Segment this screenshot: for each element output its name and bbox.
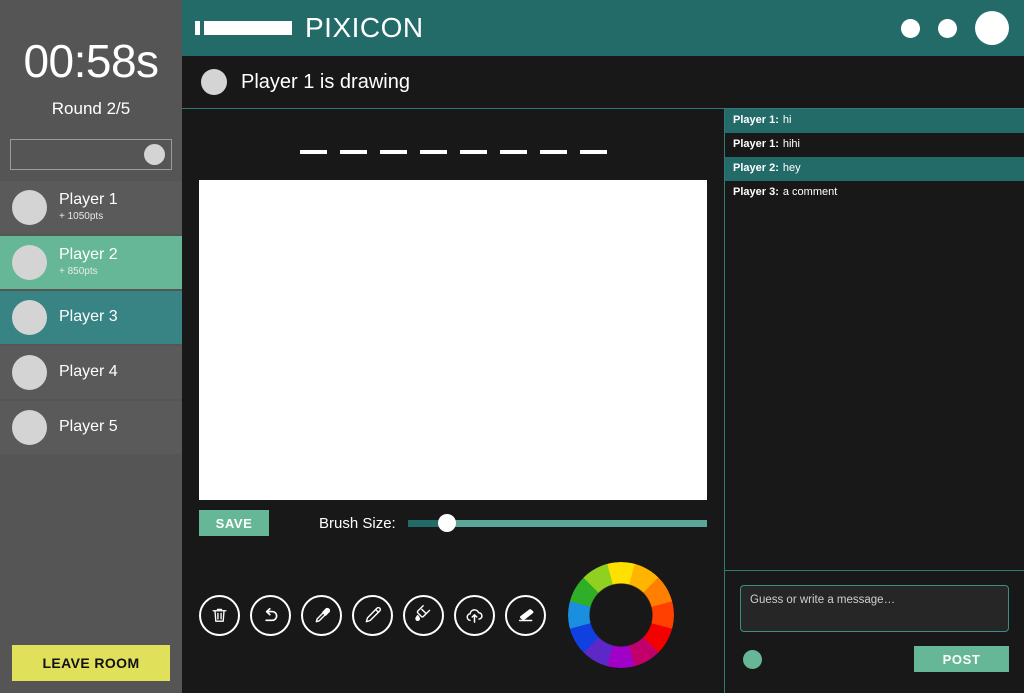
- drawing-stage: SAVE Brush Size:: [182, 109, 725, 693]
- chat-message-text: hi: [782, 114, 792, 126]
- chat-message-author: Player 2:: [733, 161, 779, 174]
- brand-title: PIXICON: [305, 12, 424, 43]
- circle-small-icon[interactable]: [901, 18, 920, 38]
- circle-small-icon[interactable]: [938, 18, 957, 38]
- eyedropper-icon[interactable]: [301, 594, 342, 636]
- player-row[interactable]: Player 2 + 850pts: [0, 236, 182, 289]
- message-input[interactable]: [740, 585, 1009, 632]
- tool-row: [199, 562, 707, 668]
- avatar: [12, 190, 47, 225]
- word-blank: [419, 150, 447, 154]
- player-points: + 850pts: [59, 266, 98, 278]
- chat-message-author: Player 3:: [733, 185, 779, 198]
- word-blank: [379, 150, 407, 154]
- player-row[interactable]: Player 1 + 1050pts: [0, 181, 182, 234]
- round-timer: 00:58s: [23, 35, 159, 87]
- chat-message-text: hihi: [782, 137, 800, 150]
- chat-message: Player 1: hihi: [725, 132, 1024, 157]
- canvas-controls: SAVE Brush Size:: [199, 510, 707, 536]
- paint-bucket-icon[interactable]: [403, 594, 444, 636]
- avatar: [12, 300, 47, 335]
- avatar: [12, 410, 47, 445]
- word-blank: [539, 150, 567, 154]
- player-points: + 1050pts: [59, 211, 104, 223]
- undo-arrow-icon[interactable]: [250, 594, 291, 636]
- chat-message-author: Player 1:: [733, 137, 779, 150]
- player-name: Player 4: [59, 363, 118, 381]
- cloud-upload-icon[interactable]: [454, 594, 495, 636]
- chat-message-author: Player 1:: [733, 114, 779, 126]
- sidebar-search-field[interactable]: [10, 139, 172, 170]
- circle-large-icon[interactable]: [975, 11, 1009, 45]
- trash-icon[interactable]: [199, 594, 240, 636]
- word-blank: [299, 150, 327, 154]
- player-name: Player 1: [59, 191, 118, 209]
- top-bar: PIXICON: [182, 0, 1024, 56]
- player-row[interactable]: Player 4: [0, 346, 182, 399]
- word-blanks: [299, 150, 607, 154]
- round-counter: Round 2/5: [51, 99, 131, 118]
- sidebar: 00:58s Round 2/5 Player 1 + 1050pts Player…: [0, 0, 182, 693]
- leave-room-button[interactable]: LEAVE ROOM: [12, 645, 170, 681]
- avatar-circle-icon: [201, 69, 227, 95]
- player-name: Player 2: [59, 246, 118, 264]
- chat-compose: POST: [725, 570, 1024, 693]
- brush-size-label: Brush Size:: [319, 514, 396, 532]
- post-button[interactable]: POST: [914, 646, 1009, 672]
- lower-split: SAVE Brush Size: Player 1: hi Player 1: hih…: [182, 109, 1024, 693]
- pencil-icon[interactable]: [352, 594, 393, 636]
- compose-row: POST: [740, 646, 1009, 672]
- drawing-status-bar: Player 1 is drawing: [182, 56, 1024, 109]
- player-meta: Player 3: [59, 308, 118, 326]
- avatar: [12, 355, 47, 390]
- player-meta: Player 5: [59, 418, 118, 436]
- top-bar-actions: [901, 11, 1009, 45]
- chat-message-text: hey: [782, 161, 801, 174]
- player-row[interactable]: Player 3: [0, 291, 182, 344]
- word-blank: [499, 150, 527, 154]
- player-meta: Player 2 + 850pts: [59, 247, 118, 277]
- player-meta: Player 4: [59, 363, 118, 381]
- player-name: Player 5: [59, 418, 118, 436]
- player-name: Player 3: [59, 308, 118, 326]
- player-list: Player 1 + 1050pts Player 2 + 850pts Player …: [0, 181, 182, 456]
- chat-message-text: a comment: [782, 185, 838, 198]
- eraser-icon[interactable]: [505, 594, 546, 636]
- chat-message: Player 3: a comment: [725, 180, 1024, 205]
- save-button[interactable]: SAVE: [199, 510, 269, 536]
- drawing-status-text: Player 1 is drawing: [241, 70, 410, 93]
- color-wheel-icon[interactable]: [568, 562, 674, 668]
- main-area: PIXICON Player 1 is drawing SAVE Brush S…: [182, 0, 1024, 693]
- brush-size-slider[interactable]: [407, 514, 707, 532]
- chat-message: Player 1: hi: [725, 109, 1024, 133]
- chat-panel: Player 1: hi Player 1: hihi Player 2: hey Play…: [725, 109, 1024, 693]
- app-root: 00:58s Round 2/5 Player 1 + 1050pts Player…: [0, 0, 1024, 693]
- pencil-bar-logo-icon: [195, 21, 292, 35]
- brush-size-slider-knob[interactable]: [437, 514, 456, 532]
- drawing-canvas[interactable]: [199, 180, 707, 500]
- player-meta: Player 1 + 1050pts: [59, 192, 118, 222]
- word-blank: [339, 150, 367, 154]
- chat-message: Player 2: hey: [725, 156, 1024, 181]
- sidebar-search-knob-icon[interactable]: [144, 144, 165, 165]
- player-row[interactable]: Player 5: [0, 401, 182, 454]
- word-blank: [459, 150, 487, 154]
- status-dot-icon[interactable]: [743, 649, 762, 669]
- avatar: [12, 245, 47, 280]
- word-blank: [579, 150, 607, 154]
- chat-message-list: Player 1: hi Player 1: hihi Player 2: hey Play…: [725, 109, 1024, 570]
